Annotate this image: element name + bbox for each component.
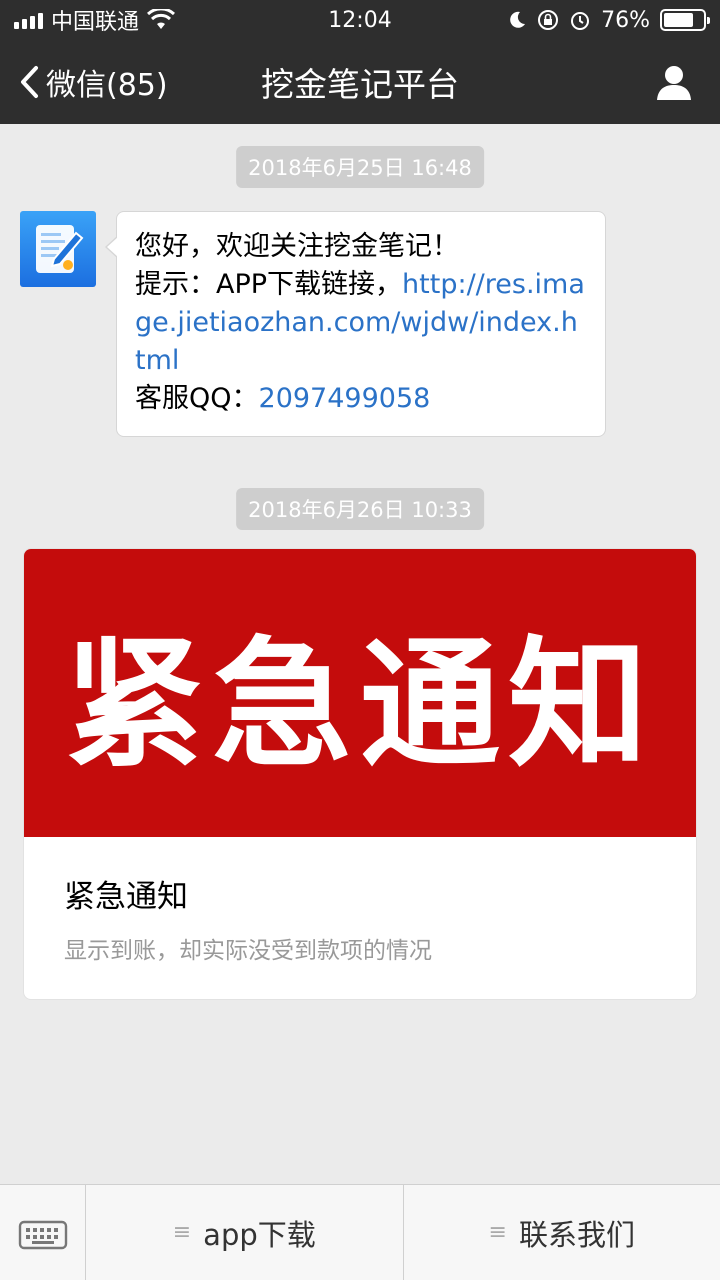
card-title: 紧急通知 [64,879,188,915]
signal-icon [14,11,43,29]
keyboard-toggle-button[interactable] [0,1185,86,1280]
user-profile-icon[interactable] [654,62,694,102]
bottom-menu-bar: ≡ app下载 ≡ 联系我们 [0,1184,720,1280]
message-download-line: 提示：APP下载链接，http://res.image.jietiaozhan.… [135,266,587,380]
keyboard-icon [18,1220,67,1250]
back-button[interactable]: 微信(85) [18,40,168,124]
timestamp: 2018年6月26日 10:33 [236,488,484,530]
rotation-lock-icon [538,10,559,30]
battery-icon [660,9,710,31]
chevron-left-icon [21,66,38,98]
menu-label: app下载 [203,1217,316,1252]
moon-icon [510,11,526,28]
message-greeting: 您好，欢迎关注挖金笔记！ [135,231,459,262]
back-label: 微信(85) [46,68,168,103]
status-left: 中国联通 [14,4,176,36]
menu-list-icon: ≡ [172,1220,192,1245]
battery-percent: 76% [601,7,650,33]
notebook-pencil-icon [36,225,84,273]
avatar[interactable] [20,211,96,287]
timestamp: 2018年6月25日 16:48 [236,146,484,188]
menu-contact-us[interactable]: ≡ 联系我们 [404,1185,720,1280]
card-banner-image: 紧急通知 [24,549,696,837]
status-right: 76% [507,7,710,33]
nav-bar: 微信(85) 挖金笔记平台 [0,40,720,124]
battery-fill [664,13,693,27]
menu-label: 联系我们 [518,1217,635,1252]
message-qq-line: 客服QQ：2097499058 [135,380,587,418]
card-description: 显示到账，却实际没受到款项的情况 [64,938,432,964]
status-bar: 中国联通 12:04 76% [0,0,720,40]
message-bubble: 您好，欢迎关注挖金笔记！ 提示：APP下载链接，http://res.image… [105,211,606,437]
article-card[interactable]: 紧急通知 紧急通知 显示到账，却实际没受到款项的情况 [23,548,697,1000]
alarm-icon [571,12,590,30]
qq-number-link[interactable]: 2097499058 [259,383,431,414]
menu-app-download[interactable]: ≡ app下载 [86,1185,404,1280]
download-prefix: 提示：APP下载链接， [135,269,403,300]
qq-prefix: 客服QQ： [135,383,259,414]
carrier-label: 中国联通 [51,10,140,35]
wifi-icon [147,9,176,29]
menu-list-icon: ≡ [488,1220,507,1245]
